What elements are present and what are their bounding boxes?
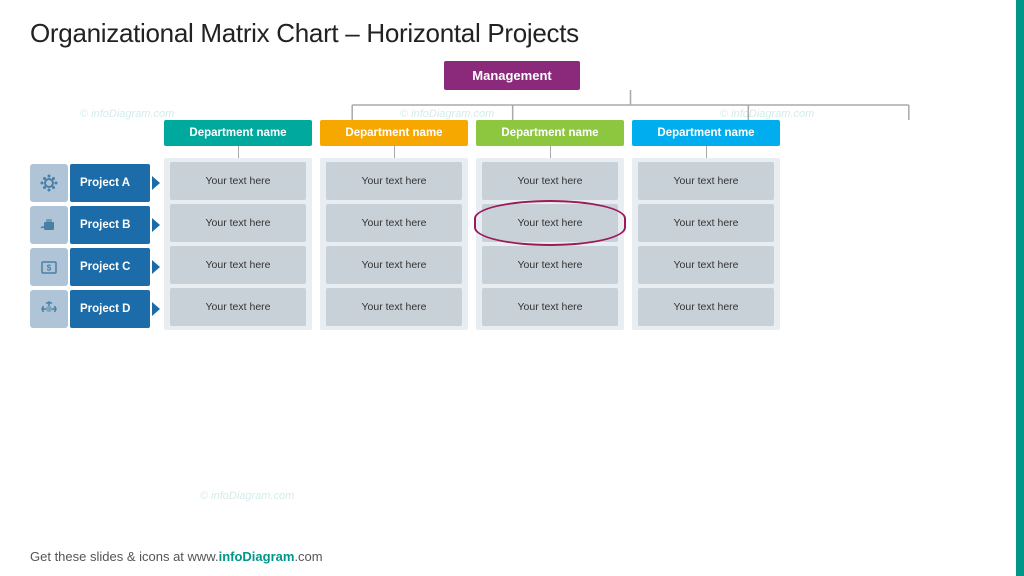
project-a-arrow [152, 176, 160, 190]
watermark-4: © infoDiagram.com [200, 490, 294, 502]
cell-1-3: Your text here [170, 288, 306, 326]
footer-text: Get these slides & icons at www. [30, 549, 219, 564]
watermark-1: © infoDiagram.com [80, 108, 174, 120]
project-d-arrow [152, 302, 160, 316]
cell-2-0: Your text here [326, 162, 462, 200]
matrix-wrapper: Project A Project B [30, 120, 994, 332]
project-row-d: Project D [30, 290, 160, 328]
dept-connector-2 [394, 146, 395, 158]
project-a-icon [30, 164, 68, 202]
project-c-label: Project C [70, 248, 150, 286]
dept-connector-4 [706, 146, 707, 158]
department-columns: Department name Your text here Your text… [164, 120, 780, 330]
cell-1-1: Your text here [170, 204, 306, 242]
dept-cells-3: Your text here Your text here Your text … [476, 158, 624, 330]
dept-header-3: Department name [476, 120, 624, 146]
dept-header-1: Department name [164, 120, 312, 146]
footer: Get these slides & icons at www.infoDiag… [30, 549, 323, 564]
dept-col-4: Department name Your text here Your text… [632, 120, 780, 330]
cell-2-1: Your text here [326, 204, 462, 242]
cell-1-0: Your text here [170, 162, 306, 200]
cell-4-0: Your text here [638, 162, 774, 200]
dept-col-3: Department name Your text here Your text… [476, 120, 624, 330]
dept-cells-1: Your text here Your text here Your text … [164, 158, 312, 330]
project-c-icon: $ [30, 248, 68, 286]
project-b-label: Project B [70, 206, 150, 244]
projects-column: Project A Project B [30, 164, 160, 332]
management-box: Management [444, 61, 579, 90]
project-d-icon [30, 290, 68, 328]
project-b-icon [30, 206, 68, 244]
cell-1-2: Your text here [170, 246, 306, 284]
project-d-label: Project D [70, 290, 150, 328]
project-c-arrow [152, 260, 160, 274]
footer-link-suffix: .com [294, 549, 322, 564]
dept-cells-4: Your text here Your text here Your text … [632, 158, 780, 330]
dept-connector-1 [238, 146, 239, 158]
dept-header-2: Department name [320, 120, 468, 146]
cell-2-2: Your text here [326, 246, 462, 284]
page-title: Organizational Matrix Chart – Horizontal… [30, 18, 994, 49]
project-row-c: $ Project C [30, 248, 160, 286]
cell-3-0: Your text here [482, 162, 618, 200]
cell-4-1: Your text here [638, 204, 774, 242]
cell-3-1-highlighted: Your text here [482, 204, 618, 242]
project-row-a: Project A [30, 164, 160, 202]
cell-4-2: Your text here [638, 246, 774, 284]
project-b-arrow [152, 218, 160, 232]
footer-link[interactable]: infoDiagram [219, 549, 295, 564]
cell-3-2: Your text here [482, 246, 618, 284]
management-row: Management [30, 61, 994, 90]
dept-col-1: Department name Your text here Your text… [164, 120, 312, 330]
dept-connector-3 [550, 146, 551, 158]
page: © infoDiagram.com © infoDiagram.com © in… [0, 0, 1024, 576]
svg-text:$: $ [47, 264, 52, 273]
dept-cells-2: Your text here Your text here Your text … [320, 158, 468, 330]
cell-4-3: Your text here [638, 288, 774, 326]
dept-header-4: Department name [632, 120, 780, 146]
dept-col-2: Department name Your text here Your text… [320, 120, 468, 330]
right-accent-bar [1016, 0, 1024, 576]
project-a-label: Project A [70, 164, 150, 202]
project-row-b: Project B [30, 206, 160, 244]
cell-3-3: Your text here [482, 288, 618, 326]
cell-2-3: Your text here [326, 288, 462, 326]
top-connectors [275, 90, 986, 120]
